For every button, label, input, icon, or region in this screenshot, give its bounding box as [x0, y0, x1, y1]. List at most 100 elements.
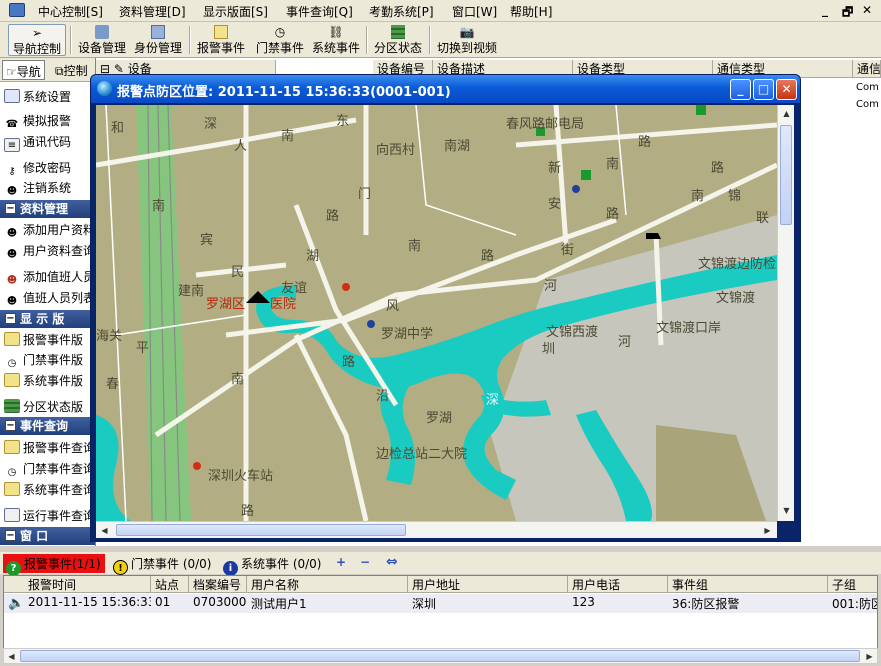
scroll-right-icon[interactable]: ▶ — [760, 523, 775, 538]
zone-status-button[interactable]: 分区状态 — [370, 24, 426, 56]
switch-to-video-button[interactable]: 📷 切换到视频 — [433, 24, 501, 56]
sidebar-item-add-duty-staff[interactable]: ☻ 添加值班人员 — [0, 268, 95, 288]
scroll-thumb[interactable] — [780, 125, 792, 225]
sidebar-item-simulate-alarm[interactable]: ☎ 模拟报警 — [0, 112, 95, 132]
sidebar-item-alarm-board[interactable]: 报警事件版 — [0, 331, 95, 351]
sidebar-item-system-settings[interactable]: 系统设置 — [0, 88, 95, 108]
sidebar-section-display[interactable]: − 显 示 版 — [0, 310, 95, 328]
map-label: 门 — [358, 187, 372, 202]
identity-management-button[interactable]: 身份管理 — [130, 24, 186, 56]
access-event-button[interactable]: ◷ 门禁事件 — [252, 24, 308, 56]
close-icon[interactable]: ✕ — [862, 3, 872, 17]
device-management-button[interactable]: 设备管理 — [74, 24, 130, 56]
scroll-up-icon[interactable]: ▲ — [779, 106, 794, 121]
sidebar-item-system-query[interactable]: 系统事件查询 — [0, 481, 95, 501]
map-view[interactable]: 和 深 人 南 东 向西村 南湖 春风路邮电局 路 南 新 路 安 路 门 路 … — [96, 105, 777, 521]
map-label: 罗湖区 — [206, 297, 246, 312]
tab-access-events[interactable]: ! 门禁事件 (0/0) — [113, 554, 212, 575]
menu-data-management[interactable]: 资料管理[D] — [119, 3, 186, 20]
menu-center-control[interactable]: 中心控制[S] — [38, 3, 103, 20]
column-header-event-group[interactable]: 事件组 — [668, 576, 828, 593]
dialog-title-bar[interactable]: 报警点防区位置: 2011-11-15 15:36:33(0001-001) _… — [91, 75, 800, 103]
tab-system-events[interactable]: i 系统事件 (0/0) — [223, 554, 322, 576]
table-cell: 07030001 — [193, 595, 247, 609]
table-cell: 2011-11-15 15:36:33 — [28, 595, 151, 609]
sidebar-item-zone-board[interactable]: 分区状态版 — [0, 398, 95, 418]
system-event-button[interactable]: ⛓ 系统事件 — [308, 24, 364, 56]
menu-attendance[interactable]: 考勤系统[P] — [369, 3, 434, 20]
swap-icon[interactable]: ⇔ — [386, 554, 398, 570]
sidebar-item-access-board[interactable]: ◷ 门禁事件版 — [0, 351, 95, 371]
menu-display-layout[interactable]: 显示版面[S] — [203, 3, 268, 20]
camera-icon: 📷 — [459, 25, 475, 39]
map-label: 路 — [326, 209, 340, 224]
sidebar-item-alarm-query[interactable]: 报警事件查询 — [0, 439, 95, 459]
tab-control[interactable]: ⧉控制 — [52, 60, 91, 80]
user-search-icon: ☻ — [6, 249, 18, 260]
scroll-left-icon[interactable]: ◀ — [97, 523, 112, 538]
column-header-comm[interactable]: 通信 — [853, 60, 881, 78]
map-label: 路 — [606, 207, 620, 222]
sidebar-item-comm-code[interactable]: ≡ 通讯代码 — [0, 133, 95, 153]
menu-window[interactable]: 窗口[W] — [452, 3, 497, 20]
sidebar-item-user-query[interactable]: ☻ 用户资料查询 — [0, 242, 95, 262]
app-icon[interactable] — [9, 3, 25, 17]
add-icon[interactable]: + — [336, 555, 346, 569]
warning-icon: ! — [113, 560, 128, 575]
column-header-subgroup[interactable]: 子组 — [828, 576, 877, 593]
map-label: 深 — [486, 393, 500, 408]
sidebar-item-duty-staff-list[interactable]: ☻ 值班人员列表 — [0, 289, 95, 309]
tab-alarm-events[interactable]: ? 报警事件(1/1) — [3, 554, 105, 576]
sidebar-section-event-query[interactable]: − 事件查询 — [0, 417, 95, 435]
alarm-icon: ? — [6, 561, 21, 576]
sidebar-section-data-management[interactable]: − 资料管理 — [0, 200, 95, 218]
column-header-alarm-time[interactable]: 报警时间 — [4, 576, 151, 593]
map-label: 南 — [152, 199, 166, 214]
scroll-down-icon[interactable]: ▼ — [779, 503, 794, 518]
map-label: 路 — [711, 161, 725, 176]
map-label: 河 — [544, 279, 558, 294]
table-cell: 深圳 — [412, 597, 437, 611]
alarm-doc-icon — [4, 440, 20, 454]
collapse-icon: − — [5, 313, 16, 324]
restore-icon[interactable]: 🗗 — [842, 3, 853, 24]
scroll-thumb[interactable] — [116, 524, 406, 536]
dialog-minimize-button[interactable]: _ — [730, 79, 751, 100]
column-header-user-name[interactable]: 用户名称 — [247, 576, 408, 593]
dialog-close-button[interactable]: ✕ — [776, 79, 797, 100]
dialog-maximize-button[interactable]: □ — [753, 79, 774, 100]
column-header-user-phone[interactable]: 用户电话 — [568, 576, 668, 593]
map-label: 河 — [618, 335, 632, 350]
map-label: 深圳火车站 — [208, 469, 274, 484]
sidebar-item-add-user[interactable]: ☻ 添加用户资料 — [0, 221, 95, 241]
sidebar-section-window[interactable]: − 窗 口 — [0, 527, 95, 545]
scroll-thumb[interactable] — [20, 650, 860, 662]
table-cell: Com — [856, 99, 879, 110]
map-vertical-scrollbar[interactable]: ▲ ▼ — [777, 105, 794, 521]
minimize-icon[interactable]: _ — [822, 3, 828, 17]
map-label: 沿 — [376, 389, 390, 404]
nav-control-button[interactable]: ➢ 导航控制 — [8, 24, 66, 56]
sidebar-item-run-query[interactable]: 运行事件查询 — [0, 507, 95, 527]
alarm-event-table: 报警时间 站点 档案编号 用户名称 用户地址 用户电话 事件组 子组 🔈 201… — [3, 575, 878, 653]
sidebar-item-change-password[interactable]: ⚷ 修改密码 — [0, 159, 95, 179]
remove-icon[interactable]: − — [360, 555, 370, 569]
column-header-file-number[interactable]: 档案编号 — [189, 576, 247, 593]
tab-navigation[interactable]: ☞导航 — [2, 60, 45, 80]
sidebar-item-system-board[interactable]: 系统事件版 — [0, 372, 95, 392]
scroll-left-icon[interactable]: ◀ — [4, 649, 19, 664]
map-label: 风 — [386, 299, 400, 314]
sidebar-item-logout[interactable]: ☻ 注销系统 — [0, 179, 95, 199]
event-horizontal-scrollbar[interactable]: ◀ ▶ — [3, 648, 878, 664]
alarm-event-button[interactable]: 报警事件 — [193, 24, 249, 56]
map-horizontal-scrollbar[interactable]: ◀ ▶ — [96, 521, 777, 538]
sidebar-item-access-query[interactable]: ◷ 门禁事件查询 — [0, 460, 95, 480]
map-label: 文锦渡边防检 — [698, 257, 777, 272]
column-header-user-address[interactable]: 用户地址 — [408, 576, 568, 593]
column-header-station[interactable]: 站点 — [151, 576, 189, 593]
menu-event-query[interactable]: 事件查询[Q] — [286, 3, 353, 20]
scroll-right-icon[interactable]: ▶ — [862, 649, 877, 664]
map-label: 海关 — [96, 329, 123, 344]
alarm-doc-icon — [214, 25, 228, 39]
menu-help[interactable]: 帮助[H] — [510, 3, 552, 20]
